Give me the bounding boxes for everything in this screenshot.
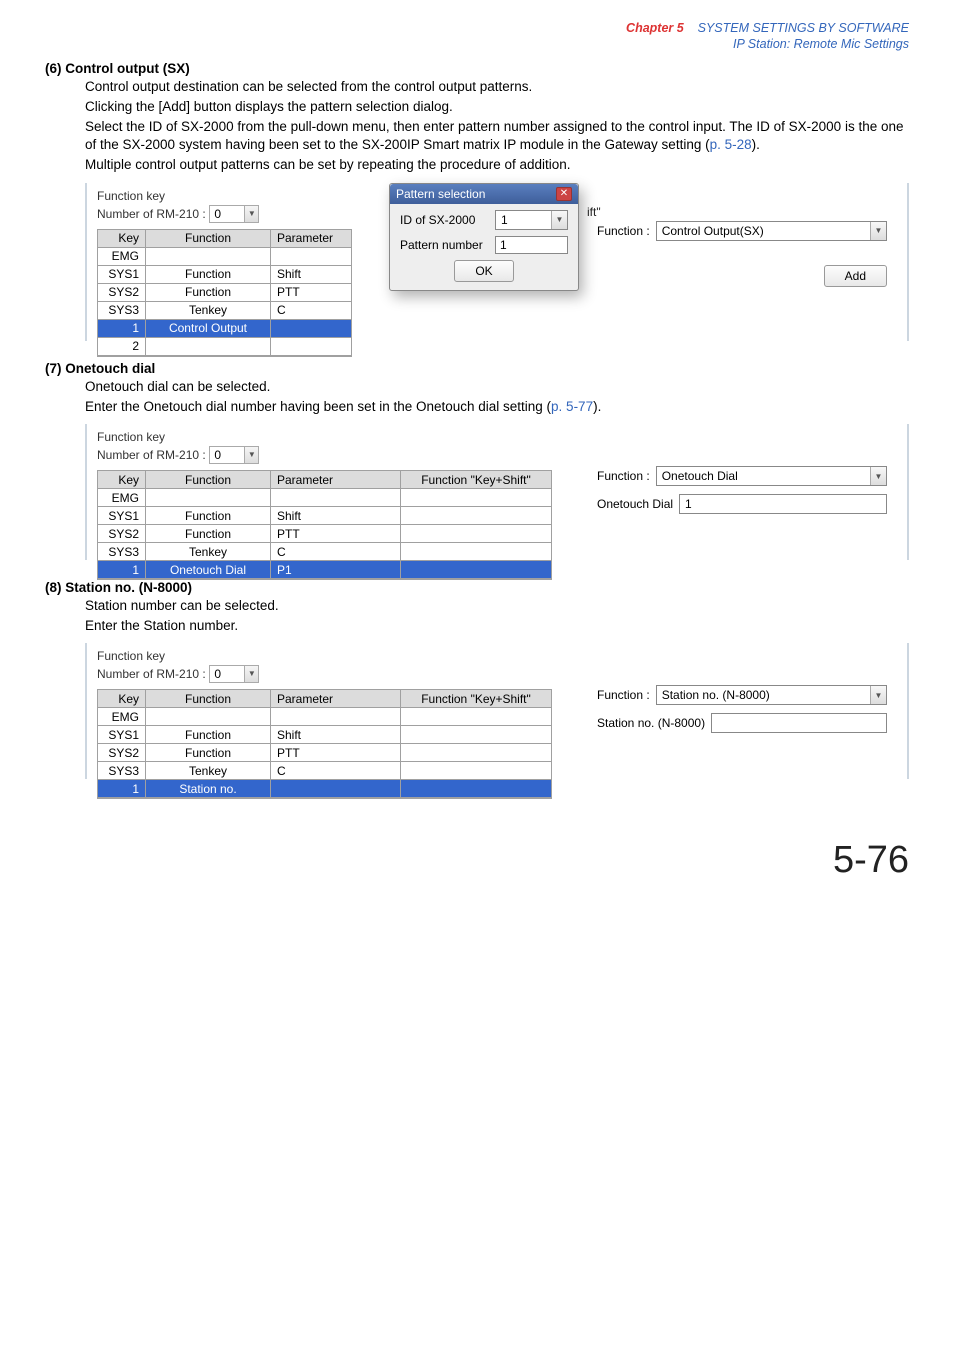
figure-6-right-panel: Function : Control Output(SX) ▼ Add	[597, 221, 887, 287]
section-6-text-3a: Select the ID of SX-2000 from the pull-d…	[85, 119, 903, 152]
table-row[interactable]: SYS1 Function Shift	[98, 266, 351, 284]
table-row[interactable]: SYS3 Tenkey C	[98, 302, 351, 320]
dialog-titlebar[interactable]: Pattern selection ✕	[390, 184, 578, 204]
chevron-down-icon: ▼	[870, 222, 886, 240]
rm-count-spinner[interactable]: 0 ▼	[209, 446, 259, 464]
section-7-text-2: Enter the Onetouch dial number having be…	[85, 398, 909, 416]
section-6-text-1: Control output destination can be select…	[85, 78, 909, 96]
pattern-number-field[interactable]: 1	[495, 236, 568, 254]
table-row[interactable]: SYS3 Tenkey C	[98, 543, 551, 561]
onetouch-dial-field[interactable]: 1	[679, 494, 887, 514]
pattern-number-label: Pattern number	[400, 238, 495, 252]
section-6-text-3: Select the ID of SX-2000 from the pull-d…	[85, 118, 909, 154]
chevron-down-icon: ▼	[870, 467, 886, 485]
chevron-down-icon: ▼	[551, 211, 567, 229]
function-combo[interactable]: Station no. (N-8000) ▼	[656, 685, 887, 705]
table-row[interactable]: SYS3 Tenkey C	[98, 762, 551, 780]
table-row[interactable]: SYS2 Function PTT	[98, 744, 551, 762]
table-row[interactable]: 2	[98, 338, 351, 356]
id-sx2000-combo[interactable]: 1 ▼	[495, 210, 568, 230]
section-7-title: (7) Onetouch dial	[45, 361, 909, 376]
col-parameter: Parameter	[271, 230, 351, 248]
table-row[interactable]: SYS1 Function Shift	[98, 507, 551, 525]
function-combo-value: Control Output(SX)	[657, 224, 870, 238]
rm-count-value: 0	[210, 207, 244, 221]
table-row[interactable]: SYS2 Function PTT	[98, 525, 551, 543]
table-row-selected[interactable]: 1 Control Output	[98, 320, 351, 338]
dialog-title: Pattern selection	[396, 187, 485, 201]
figure-7-right-panel: Function : Onetouch Dial ▼ Onetouch Dial…	[597, 466, 887, 522]
rm-count-label: Number of RM-210 :	[97, 448, 206, 462]
onetouch-dial-value: 1	[685, 497, 692, 511]
id-sx2000-value: 1	[496, 213, 551, 227]
obscured-text: ift"	[587, 205, 601, 219]
pattern-selection-dialog: Pattern selection ✕ ID of SX-2000 1 ▼ Pa…	[389, 183, 579, 291]
function-label: Function :	[597, 688, 650, 702]
chapter-subtitle: IP Station: Remote Mic Settings	[733, 37, 909, 51]
function-combo[interactable]: Control Output(SX) ▼	[656, 221, 887, 241]
chapter-header: Chapter 5 SYSTEM SETTINGS BY SOFTWARE IP…	[45, 20, 909, 53]
table-row[interactable]: EMG	[98, 248, 351, 266]
table-row[interactable]: EMG	[98, 489, 551, 507]
table-row[interactable]: SYS1 Function Shift	[98, 726, 551, 744]
close-icon[interactable]: ✕	[556, 187, 572, 201]
function-label: Function :	[597, 224, 650, 238]
rm-count-label: Number of RM-210 :	[97, 667, 206, 681]
section-6-text-3b: ).	[752, 137, 760, 152]
station-no-field[interactable]	[711, 713, 887, 733]
section-7-text-1: Onetouch dial can be selected.	[85, 378, 909, 396]
chapter-number: Chapter 5	[626, 21, 684, 35]
figure-8-right-panel: Function : Station no. (N-8000) ▼ Statio…	[597, 685, 887, 741]
table-row-selected[interactable]: 1 Station no.	[98, 780, 551, 798]
rm-count-row: Number of RM-210 : 0 ▼	[97, 665, 897, 683]
function-combo-value: Station no. (N-8000)	[657, 688, 870, 702]
figure-7: Function key Number of RM-210 : 0 ▼ Key …	[85, 424, 909, 560]
chevron-down-icon: ▼	[244, 447, 258, 463]
function-key-group-label: Function key	[97, 430, 897, 444]
table-row[interactable]: SYS2 Function PTT	[98, 284, 351, 302]
function-key-group-label: Function key	[97, 649, 897, 663]
function-key-grid: Key Function Parameter Function "Key+Shi…	[97, 470, 552, 580]
figure-6: Function key Number of RM-210 : 0 ▼ Key …	[85, 183, 909, 341]
section-6-title: (6) Control output (SX)	[45, 61, 909, 76]
rm-count-label: Number of RM-210 :	[97, 207, 206, 221]
pattern-number-value: 1	[500, 238, 507, 252]
function-combo[interactable]: Onetouch Dial ▼	[656, 466, 887, 486]
function-combo-value: Onetouch Dial	[657, 469, 870, 483]
chevron-down-icon: ▼	[244, 666, 258, 682]
station-no-label: Station no. (N-8000)	[597, 716, 705, 730]
function-key-grid: Key Function Parameter EMG SYS1 Function…	[97, 229, 352, 357]
add-button[interactable]: Add	[824, 265, 887, 287]
table-row-selected[interactable]: 1 Onetouch Dial P1	[98, 561, 551, 579]
section-8-text-1: Station number can be selected.	[85, 597, 909, 615]
col-function: Function	[146, 230, 271, 248]
page-link-5-28[interactable]: p. 5-28	[710, 137, 752, 152]
col-key: Key	[98, 230, 146, 248]
section-8-text-2: Enter the Station number.	[85, 617, 909, 635]
onetouch-dial-label: Onetouch Dial	[597, 497, 673, 511]
figure-8: Function key Number of RM-210 : 0 ▼ Key …	[85, 643, 909, 779]
chevron-down-icon: ▼	[870, 686, 886, 704]
ok-button[interactable]: OK	[454, 260, 513, 282]
table-row[interactable]: EMG	[98, 708, 551, 726]
rm-count-spinner[interactable]: 0 ▼	[209, 665, 259, 683]
grid-header: Key Function Parameter Function "Key+Shi…	[98, 471, 551, 489]
page-link-5-77[interactable]: p. 5-77	[551, 399, 593, 414]
function-label: Function :	[597, 469, 650, 483]
rm-count-spinner[interactable]: 0 ▼	[209, 205, 259, 223]
rm-count-row: Number of RM-210 : 0 ▼	[97, 446, 897, 464]
page-number: 5-76	[0, 799, 954, 912]
section-6-text-2: Clicking the [Add] button displays the p…	[85, 98, 909, 116]
chapter-title: SYSTEM SETTINGS BY SOFTWARE	[698, 21, 909, 35]
chevron-down-icon: ▼	[244, 206, 258, 222]
grid-header: Key Function Parameter Function "Key+Shi…	[98, 690, 551, 708]
rm-count-value: 0	[210, 667, 244, 681]
rm-count-value: 0	[210, 448, 244, 462]
grid-header: Key Function Parameter	[98, 230, 351, 248]
function-key-grid: Key Function Parameter Function "Key+Shi…	[97, 689, 552, 799]
id-sx2000-label: ID of SX-2000	[400, 213, 495, 227]
section-6-text-4: Multiple control output patterns can be …	[85, 156, 909, 174]
